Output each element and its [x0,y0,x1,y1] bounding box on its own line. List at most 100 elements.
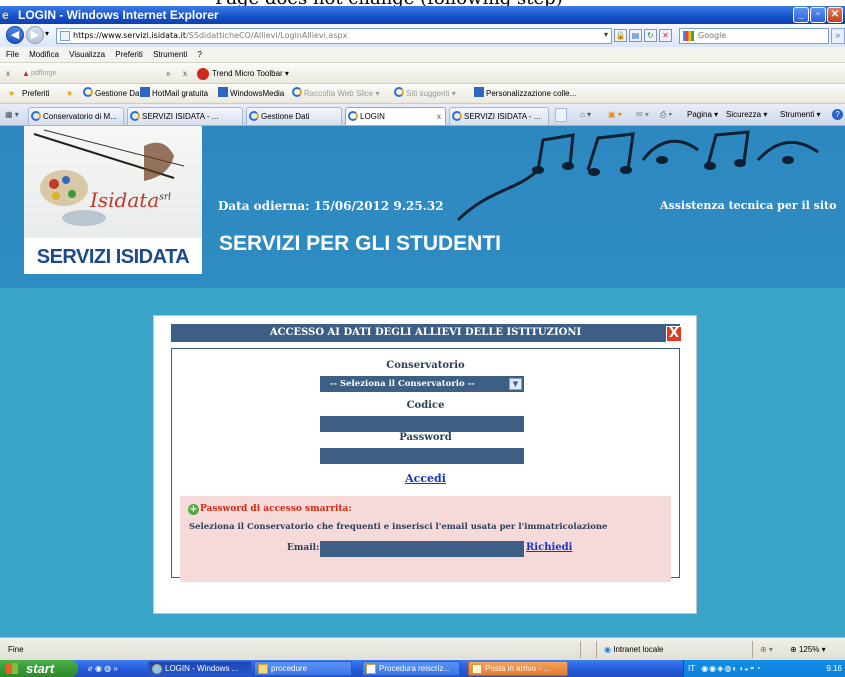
stop-icon[interactable]: ✕ [659,29,672,42]
help-icon[interactable]: ? [832,109,843,120]
menu-preferiti[interactable]: Preferiti [115,50,143,59]
page-heading: SERVIZI PER GLI STUDENTI [219,232,501,255]
tab-servizi-isidata-2[interactable]: SERVIZI ISIDATA - ... [449,107,549,125]
password-recovery-panel: + Password di accesso smarrita: Seleziona… [180,496,671,582]
url-input[interactable]: https://www.servizi.isidata.it/SSdidatti… [56,28,612,44]
tab-login[interactable]: LOGIN x [345,107,446,125]
accedi-link[interactable]: Accedi [172,472,679,485]
favorite-gestione-dati[interactable]: Gestione Dati [83,84,143,104]
feeds-icon[interactable]: ▣ ▾ [608,104,622,126]
tab-conservatorio[interactable]: Conservatorio di M... [28,107,124,125]
ie-icon [152,664,162,674]
windows-flag-icon [6,663,18,674]
print-icon[interactable]: ⎙ ▾ [660,104,672,126]
language-indicator[interactable]: IT [688,664,695,673]
toolbar-close-icon[interactable]: x [6,63,10,84]
codice-input[interactable] [320,416,524,432]
conservatorio-select[interactable]: -- Seleziona il Conservatorio -- ▼ [320,376,524,392]
favorites-button[interactable]: Preferiti [22,84,50,104]
pdfforge-label[interactable]: pdfforge [31,63,57,84]
plus-icon: + [188,504,199,515]
menu-file[interactable]: File [6,50,19,59]
menu-visualizza[interactable]: Visualizza [69,50,105,59]
refresh-icon[interactable]: ↻ [644,29,657,42]
compat-view-icon[interactable]: ▤ [629,29,642,42]
maximize-button[interactable]: ▫ [810,7,826,23]
menu-help[interactable]: ? [198,50,202,59]
email-input[interactable] [320,541,524,557]
close-window-button[interactable]: ✕ [827,7,843,23]
recovery-description: Seleziona il Conservatorio che frequenti… [189,522,608,532]
task-posta[interactable]: Posta in arrivo - ... [468,661,568,676]
richiedi-link[interactable]: Richiedi [526,542,572,553]
pdfforge-icon: ▲ [22,69,30,78]
favorite-siti-suggeriti[interactable]: Siti suggeriti ▾ [394,84,456,104]
dialog-title: ACCESSO AI DATI DEGLI ALLIEVI DELLE ISTI… [171,324,680,342]
protected-mode-icon[interactable]: ⊕ ▾ [760,638,773,661]
globe-icon: ◉ [604,645,611,654]
logo-brand: Isidatasrl [90,188,172,212]
quicklaunch-icons[interactable]: ℯ ◉ ◍ » [88,660,118,677]
sicurezza-menu[interactable]: Sicurezza ▾ [726,104,767,126]
password-input[interactable] [320,448,524,464]
google-icon [683,31,694,41]
logo-text: SERVIZI ISIDATA [24,238,202,274]
ie-tab-icon [249,111,259,121]
history-dropdown-icon[interactable]: ▾ [45,29,49,38]
window-title: LOGIN - Windows Internet Explorer [18,8,219,22]
favorite-hotmail[interactable]: HotMail gratuita [140,84,208,104]
status-text: Fine [8,645,24,654]
minimize-button[interactable]: _ [793,7,809,23]
task-login[interactable]: LOGIN - Windows ... [148,661,252,676]
trend-micro-icon [197,68,209,80]
tab-servizi-isidata-1[interactable]: SERVIZI ISIDATA - ... [127,107,243,125]
task-procedure[interactable]: procedure [254,661,352,676]
toolbar2-close-icon[interactable]: x [183,63,187,84]
tab-gestione-dati[interactable]: Gestione Dati [246,107,342,125]
favorites-star-icon: ★ [8,89,16,98]
quick-tabs-icon[interactable]: ▦ ▾ [5,104,19,126]
search-button[interactable]: ⌕ [831,28,845,44]
task-procedura[interactable]: Procedura reiscriz... [362,661,460,676]
menu-modifica[interactable]: Modifica [29,50,59,59]
tab-close-icon[interactable]: x [437,108,441,125]
login-dialog: ACCESSO AI DATI DEGLI ALLIEVI DELLE ISTI… [153,315,697,614]
mail-icon[interactable]: ✉ ▾ [636,104,649,126]
recovery-title: + Password di accesso smarrita: [188,504,352,515]
start-button[interactable]: start [0,660,78,677]
strumenti-menu[interactable]: Strumenti ▾ [780,104,820,126]
status-bar: Fine ◉ Intranet locale ⊕ ▾ ⊕ 125% ▾ [0,637,845,660]
chevron-down-icon[interactable]: ▼ [509,378,522,390]
logo-artwork: Isidatasrl [24,126,202,238]
home-icon[interactable]: ⌂ ▾ [580,104,591,126]
chevron-more-icon[interactable]: » [166,63,170,84]
ie-tab-icon [130,111,140,121]
lock-icon[interactable]: 🔒 [614,29,627,42]
menu-strumenti[interactable]: Strumenti [153,50,187,59]
clock[interactable]: 9.16 [826,660,842,677]
add-favorites-icon[interactable]: ★ [66,84,73,104]
back-button[interactable]: ◀ [6,26,24,44]
security-zone[interactable]: ◉ Intranet locale [604,638,663,661]
url-dropdown-icon[interactable]: ▾ [600,29,612,42]
dialog-close-icon[interactable]: X [666,326,682,342]
pagina-menu[interactable]: Pagina ▾ [687,104,718,126]
technical-assistance-link[interactable]: Assistenza tecnica per il sito [660,199,836,212]
trend-micro-toolbar[interactable]: Trend Micro Toolbar ▾ [212,63,289,84]
tray-icons[interactable]: ◉◉◈◍◐◑◒◓◔ [701,664,761,673]
ie-tab-icon [31,111,41,121]
favorites-bar: ★ Preferiti ★ Gestione Dati HotMail grat… [0,84,845,104]
forward-button[interactable]: ▶ [26,26,44,44]
search-input[interactable]: Google [679,28,829,44]
favorite-web-slice[interactable]: Raccolta Web Slice ▾ [292,84,379,104]
zoom-control[interactable]: ⊕ 125% ▾ [790,638,826,661]
new-tab-button[interactable] [555,108,567,122]
tab-bar: ▦ ▾ Conservatorio di M... SERVIZI ISIDAT… [0,104,845,126]
password-label: Password [399,432,452,443]
ie-logo-icon: e [2,8,9,22]
folder-icon [258,664,268,674]
current-date: Data odierna: 15/06/2012 9.25.32 [218,199,444,213]
favorite-personalizzazione[interactable]: Personalizzazione colle... [474,84,576,104]
favorite-windowsmedia[interactable]: WindowsMedia [218,84,284,104]
taskbar: start ℯ ◉ ◍ » LOGIN - Windows ... proced… [0,660,845,677]
